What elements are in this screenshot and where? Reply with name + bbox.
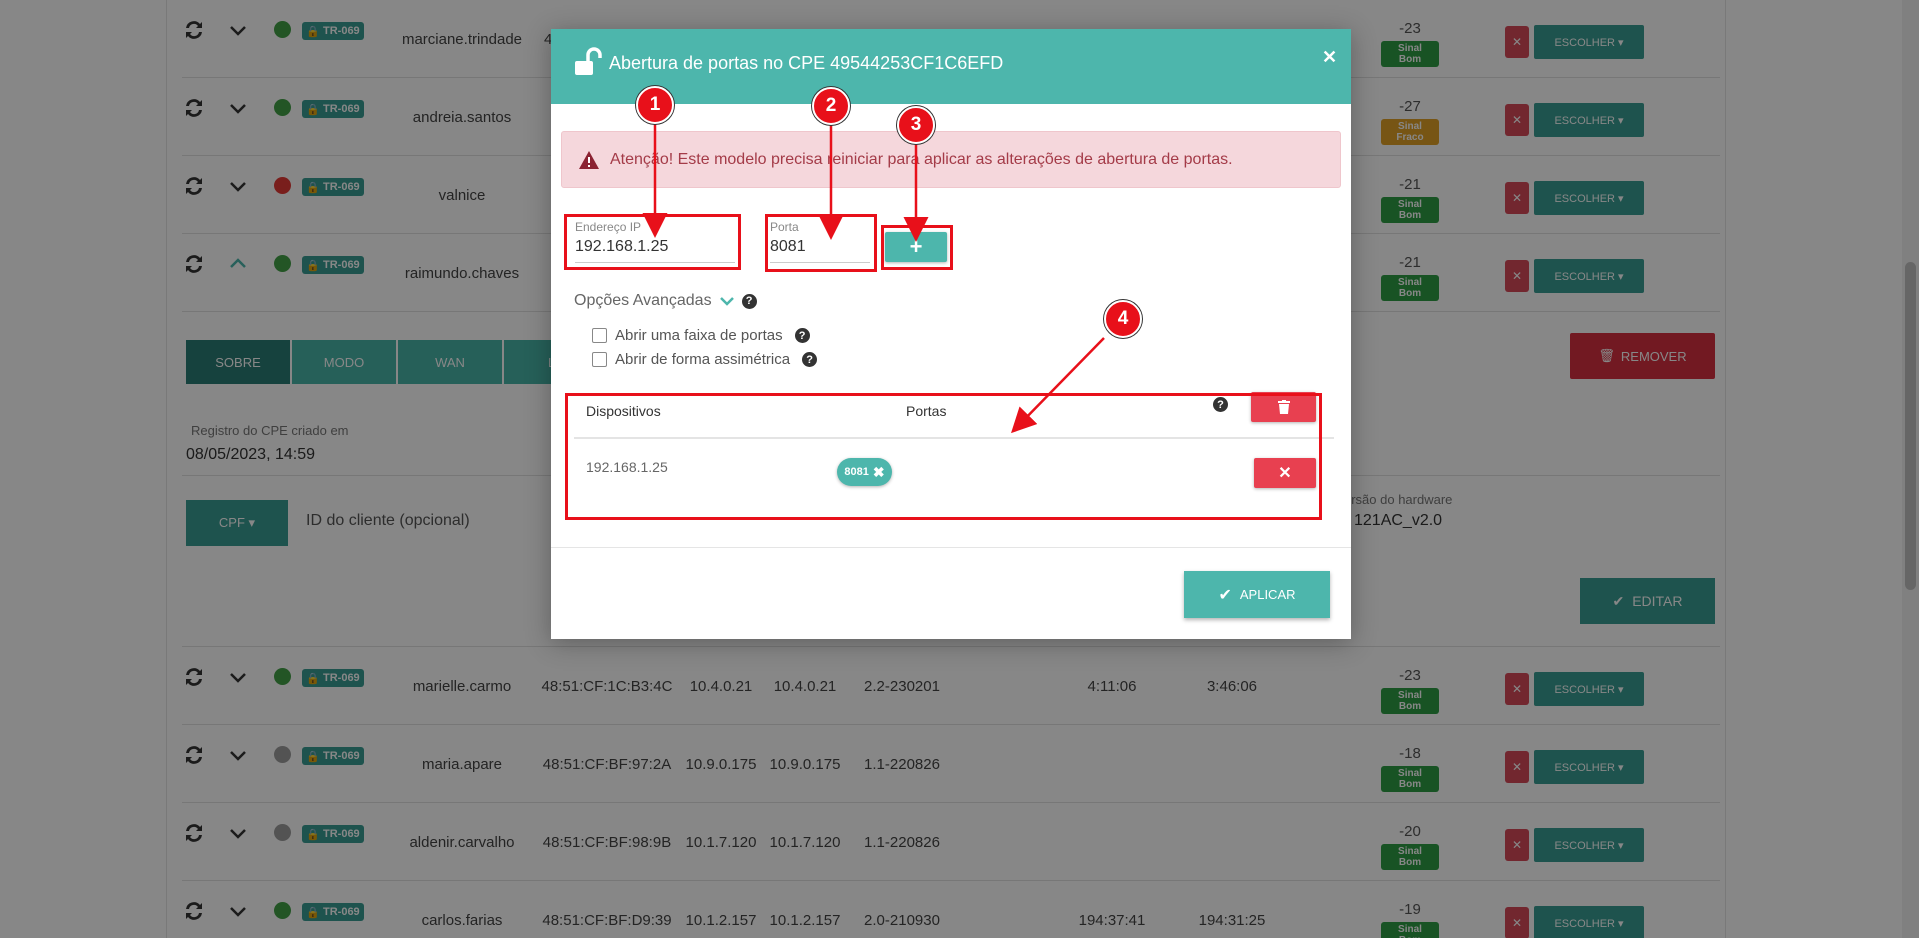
warning-alert: Atenção! Este modelo precisa reiniciar p… bbox=[561, 131, 1341, 188]
annotation-marker-2: 2 bbox=[812, 87, 850, 125]
help-icon[interactable]: ? bbox=[794, 328, 810, 343]
warning-icon bbox=[579, 150, 599, 169]
apply-label: APLICAR bbox=[1239, 587, 1296, 602]
asymmetric-checkbox[interactable] bbox=[592, 352, 607, 367]
annotation-box-add bbox=[881, 225, 953, 270]
annotation-box-table bbox=[565, 393, 1322, 520]
help-icon[interactable]: ? bbox=[741, 293, 757, 309]
annotation-marker-1: 1 bbox=[636, 86, 674, 124]
option-port-range[interactable]: Abrir uma faixa de portas ? bbox=[592, 327, 810, 344]
chevron-down-icon bbox=[719, 297, 734, 306]
port-range-label: Abrir uma faixa de portas bbox=[615, 327, 783, 344]
annotation-box-ip bbox=[564, 214, 741, 270]
modal-title: Abertura de portas no CPE 49544253CF1C6E… bbox=[609, 53, 1004, 73]
advanced-options-toggle[interactable]: Opções Avançadas ? bbox=[574, 292, 757, 310]
alert-text: Atenção! Este modelo precisa reiniciar p… bbox=[610, 150, 1233, 168]
annotation-marker-4: 4 bbox=[1104, 300, 1142, 338]
close-icon[interactable]: ✕ bbox=[1322, 47, 1337, 68]
option-asymmetric[interactable]: Abrir de forma assimétrica ? bbox=[592, 351, 818, 368]
apply-button[interactable]: ✔ APLICAR bbox=[1184, 571, 1330, 618]
modal-footer-divider bbox=[551, 547, 1351, 548]
port-range-checkbox[interactable] bbox=[592, 328, 607, 343]
annotation-marker-3: 3 bbox=[897, 106, 935, 144]
unlock-icon bbox=[575, 47, 602, 75]
advanced-label: Opções Avançadas bbox=[574, 292, 712, 309]
help-icon[interactable]: ? bbox=[802, 352, 818, 367]
annotation-box-port bbox=[765, 214, 877, 272]
asymmetric-label: Abrir de forma assimétrica bbox=[615, 351, 791, 368]
port-forward-modal: Abertura de portas no CPE 49544253CF1C6E… bbox=[551, 29, 1351, 639]
check-icon: ✔ bbox=[1218, 586, 1232, 604]
modal-header: Abertura de portas no CPE 49544253CF1C6E… bbox=[551, 29, 1351, 104]
